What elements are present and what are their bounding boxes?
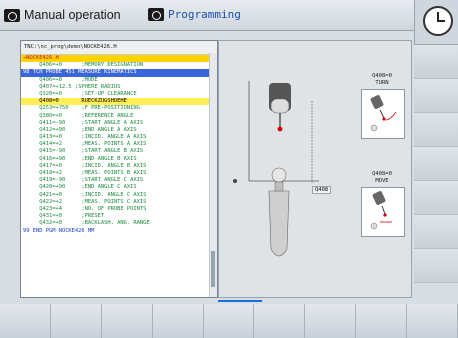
- calibration-sphere: [271, 167, 287, 183]
- sphere-stem: [274, 181, 284, 192]
- program-line[interactable]: Q413=+0 ;INCID. ANGLE A AXIS: [21, 134, 217, 141]
- softkey-1[interactable]: [0, 304, 51, 338]
- clock-icon: [423, 6, 453, 36]
- active-softkey-indicator: [218, 300, 262, 302]
- turn-label-bottom: TURN: [375, 80, 389, 86]
- help-graphic: Q408 Q408=0 TURN Q408=0 MOVE: [218, 40, 412, 298]
- manual-operation-mode[interactable]: Manual operation: [4, 8, 121, 22]
- program-path: TNC:\nc_prog\demo\NOCKE426.H: [21, 41, 217, 55]
- programming-icon: [148, 8, 164, 21]
- q408-dimension: Q408: [312, 186, 332, 194]
- move-label-top: Q408=0: [372, 171, 392, 177]
- program-line[interactable]: Q422=+2 ;MEAS. POINTS C AXIS: [21, 199, 217, 206]
- program-line[interactable]: Q431=+0 ;PRESET: [21, 213, 217, 220]
- program-line[interactable]: Q406=+0 ;MODE: [21, 77, 217, 84]
- turn-probe-icon: [370, 95, 397, 132]
- vertical-softkeys: [414, 45, 458, 283]
- softkey-5[interactable]: [203, 304, 255, 338]
- softkey-2[interactable]: [50, 304, 102, 338]
- program-line[interactable]: Q432=+0 ;BACKLASH, ANG. RANGE: [21, 220, 217, 227]
- program-line[interactable]: Q419=-90 ;START ANGLE C AXIS: [21, 177, 217, 184]
- vertical-softkey-2[interactable]: [414, 79, 458, 113]
- probe-tip: [277, 126, 283, 132]
- softkey-6[interactable]: [254, 304, 306, 338]
- vertical-softkey-5[interactable]: [414, 181, 458, 215]
- program-line[interactable]: 99 END PGM NOCKE426 MM: [21, 228, 217, 235]
- title-bar: Manual operation Programming: [0, 0, 414, 31]
- program-line[interactable]: Q414=+2 ;MEAS. POINTS A AXIS: [21, 141, 217, 148]
- program-line[interactable]: Q421=+0 ;INCID. ANGLE C AXIS: [21, 192, 217, 199]
- program-editor[interactable]: TNC:\nc_prog\demo\NOCKE426.H →NOCKE426.H…: [20, 40, 218, 298]
- move-illustration: [361, 187, 405, 237]
- program-line[interactable]: Q412=+90 ;END ANGLE A AXIS: [21, 127, 217, 134]
- program-line-editing[interactable]: Q408=0 RUECKZUGSHOEHE: [21, 98, 217, 106]
- program-line[interactable]: Q320=+0 ;SET-UP CLEARANCE: [21, 91, 217, 98]
- program-line-current[interactable]: 98 TCH PROBE 451 MEASURE KINEMATICS: [21, 69, 217, 77]
- vertical-softkey-3[interactable]: [414, 113, 458, 147]
- program-scrollbar[interactable]: [209, 53, 217, 297]
- turn-label-top: Q408=0: [372, 73, 392, 79]
- programming-mode[interactable]: Programming: [148, 8, 241, 21]
- vertical-softkey-7[interactable]: [414, 249, 458, 283]
- softkey-3[interactable]: [101, 304, 153, 338]
- move-probe-icon: [370, 191, 392, 230]
- origin-marker: [233, 179, 237, 183]
- softkey-7[interactable]: [305, 304, 357, 338]
- program-line[interactable]: Q406=+0 ;MEMORY DESIGNATION: [21, 62, 217, 69]
- vertical-softkey-1[interactable]: [414, 45, 458, 79]
- program-line[interactable]: Q415=-90 ;START ANGLE B AXIS: [21, 148, 217, 155]
- program-line[interactable]: Q407=+12.5 ;SPHERE RADIUS: [21, 84, 217, 91]
- turn-illustration: [361, 89, 405, 139]
- softkey-9[interactable]: [407, 304, 458, 338]
- programming-label: Programming: [168, 8, 241, 21]
- manual-operation-label: Manual operation: [24, 8, 121, 22]
- scrollbar-thumb[interactable]: [211, 251, 215, 287]
- program-line[interactable]: Q418=+2 ;MEAS. POINTS B AXIS: [21, 170, 217, 177]
- vertical-softkey-4[interactable]: [414, 147, 458, 181]
- clock-button[interactable]: [414, 0, 458, 45]
- softkey-4[interactable]: [152, 304, 204, 338]
- probe-head: [270, 98, 290, 114]
- move-label-bottom: MOVE: [375, 178, 389, 184]
- vertical-softkey-6[interactable]: [414, 215, 458, 249]
- program-line[interactable]: Q423=+4 ;NO. OF PROBE POINTS: [21, 206, 217, 213]
- horizontal-softkeys: [0, 304, 458, 338]
- program-line[interactable]: Q420=+90 ;END ANGLE C AXIS: [21, 184, 217, 191]
- program-line[interactable]: Q416=+90 ;END ANGLE B AXIS: [21, 156, 217, 163]
- program-line[interactable]: Q411=-90 ;START ANGLE A AXIS: [21, 120, 217, 127]
- manual-operation-icon: [4, 8, 20, 22]
- program-line[interactable]: →NOCKE426.H: [21, 55, 217, 63]
- program-line[interactable]: Q417=+0 ;INCID. ANGLE B AXIS: [21, 163, 217, 170]
- program-line[interactable]: Q380=+0 ;REFERENCE ANGLE: [21, 113, 217, 120]
- sphere-holder: [268, 190, 290, 257]
- softkey-8[interactable]: [356, 304, 408, 338]
- program-line[interactable]: Q253=+750 ;F PRE-POSITIONING: [21, 105, 217, 112]
